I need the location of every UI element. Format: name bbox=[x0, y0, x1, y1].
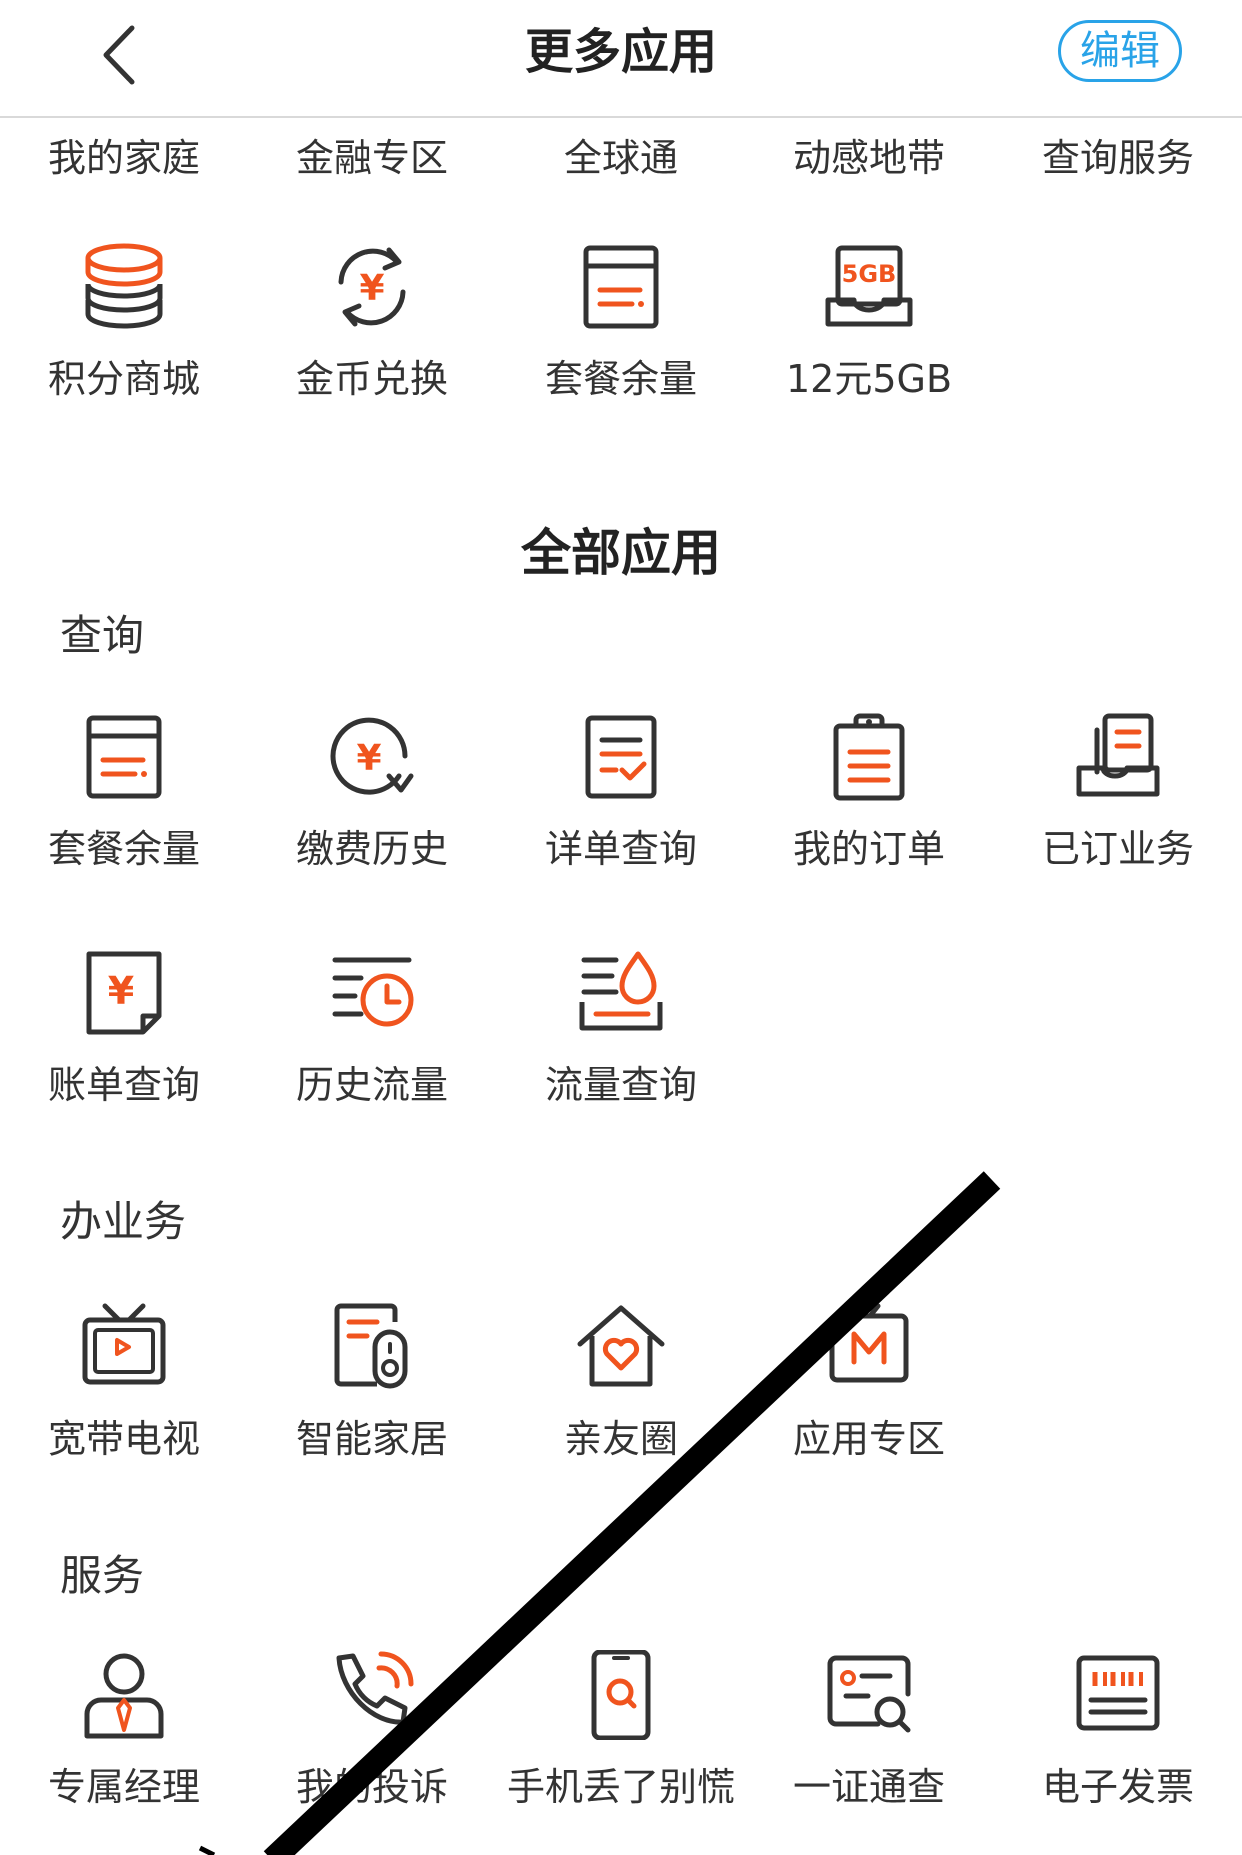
invoice-icon bbox=[1076, 1655, 1160, 1731]
app-label: 我的订单 bbox=[792, 827, 945, 871]
app-app-zone[interactable]: 应用专区 bbox=[745, 1302, 993, 1502]
section-title-service: 服务 bbox=[60, 1551, 145, 1600]
data-history-icon bbox=[332, 957, 414, 1027]
app-id-check[interactable]: 一证通查 bbox=[745, 1650, 993, 1850]
yuan-exchange-icon: ¥ bbox=[338, 247, 406, 327]
app-label: 套餐余量 bbox=[47, 827, 200, 871]
package-card-icon bbox=[583, 245, 659, 329]
svg-text:¥: ¥ bbox=[108, 969, 134, 1013]
tab-query-service[interactable]: 查询服务 bbox=[994, 128, 1242, 188]
app-label: 12元5GB bbox=[785, 357, 953, 401]
app-broadband-tv[interactable]: 宽带电视 bbox=[0, 1302, 248, 1502]
tv-icon bbox=[82, 1303, 166, 1385]
app-my-orders[interactable]: 我的订单 bbox=[745, 712, 993, 912]
app-package-balance-2[interactable]: 套餐余量 bbox=[0, 712, 248, 912]
app-label: 我的投诉 bbox=[295, 1765, 448, 1809]
app-payment-history[interactable]: ¥ 缴费历史 bbox=[248, 712, 496, 912]
app-e-invoice[interactable]: 电子发票 bbox=[994, 1650, 1242, 1850]
yuan-history-icon: ¥ bbox=[330, 717, 414, 795]
app-label: 积分商城 bbox=[47, 357, 200, 401]
svg-text:¥: ¥ bbox=[359, 268, 384, 309]
tab-global[interactable]: 全球通 bbox=[497, 128, 745, 188]
svg-text:¥: ¥ bbox=[356, 738, 381, 779]
page-title: 更多应用 bbox=[524, 24, 717, 80]
coin-stack-icon bbox=[85, 243, 163, 329]
app-label: 智能家居 bbox=[295, 1417, 448, 1461]
icon-badge: 5GB bbox=[842, 260, 897, 288]
app-points-mall[interactable]: 积分商城 bbox=[0, 242, 248, 442]
app-exclusive-manager[interactable]: 专属经理 bbox=[0, 1650, 248, 1850]
phone-search-icon bbox=[591, 1650, 651, 1740]
app-label: 账单查询 bbox=[47, 1063, 200, 1107]
data-5gb-icon: 5GB bbox=[825, 245, 913, 327]
app-label: 套餐余量 bbox=[544, 357, 697, 401]
clipboard-icon bbox=[833, 713, 905, 801]
app-bill-query[interactable]: ¥ 账单查询 bbox=[0, 948, 248, 1148]
bill-yuan-icon: ¥ bbox=[86, 951, 162, 1035]
app-label: 亲友圈 bbox=[563, 1417, 678, 1461]
family-house-icon bbox=[577, 1305, 665, 1387]
app-label: 金币兑换 bbox=[295, 357, 448, 401]
app-smart-home[interactable]: 智能家居 bbox=[248, 1302, 496, 1502]
id-search-icon bbox=[827, 1655, 911, 1733]
app-lost-phone[interactable]: 手机丢了别慌 bbox=[497, 1650, 745, 1850]
app-label: 专属经理 bbox=[47, 1765, 200, 1809]
manager-icon bbox=[84, 1653, 164, 1739]
edit-button[interactable]: 编辑 bbox=[1058, 20, 1182, 82]
app-label: 电子发票 bbox=[1041, 1765, 1194, 1809]
app-my-complaints[interactable]: 我的投诉 bbox=[248, 1650, 496, 1850]
section-title-query: 查询 bbox=[60, 611, 145, 660]
tab-finance[interactable]: 金融专区 bbox=[248, 128, 496, 188]
app-label: 历史流量 bbox=[295, 1063, 448, 1107]
checklist-icon bbox=[585, 715, 657, 799]
app-label: 已订业务 bbox=[1041, 827, 1194, 871]
app-package-balance[interactable]: 套餐余量 bbox=[497, 242, 745, 442]
app-zone-icon bbox=[829, 1303, 909, 1383]
app-label: 宽带电视 bbox=[47, 1417, 200, 1461]
app-coin-exchange[interactable]: ¥ 金币兑换 bbox=[248, 242, 496, 442]
header-bar: 更多应用 编辑 bbox=[0, 0, 1242, 118]
app-family-circle[interactable]: 亲友圈 bbox=[497, 1302, 745, 1502]
tab-dynamic-zone[interactable]: 动感地带 bbox=[745, 128, 993, 188]
tab-my-family[interactable]: 我的家庭 bbox=[0, 128, 248, 188]
app-data-query[interactable]: 流量查询 bbox=[497, 948, 745, 1148]
app-detail-query[interactable]: 详单查询 bbox=[497, 712, 745, 912]
all-apps-title: 全部应用 bbox=[521, 524, 721, 582]
package-card-icon bbox=[86, 715, 162, 799]
smart-home-icon bbox=[334, 1303, 408, 1389]
app-label: 流量查询 bbox=[544, 1063, 697, 1107]
section-title-business: 办业务 bbox=[60, 1197, 187, 1246]
phone-complaint-icon bbox=[336, 1651, 414, 1725]
app-label: 一证通查 bbox=[792, 1765, 945, 1809]
app-subscribed-services[interactable]: 已订业务 bbox=[994, 712, 1242, 912]
app-12yuan-5gb[interactable]: 5GB 12元5GB bbox=[745, 242, 993, 442]
app-label: 缴费历史 bbox=[295, 827, 448, 871]
app-label: 详单查询 bbox=[544, 827, 697, 871]
data-drop-icon bbox=[579, 951, 663, 1031]
category-tabs: 我的家庭 金融专区 全球通 动感地带 查询服务 bbox=[0, 128, 1242, 188]
subscribed-doc-icon bbox=[1076, 713, 1160, 797]
app-label: 手机丢了别慌 bbox=[506, 1765, 735, 1809]
app-label: 应用专区 bbox=[792, 1417, 945, 1461]
app-data-history[interactable]: 历史流量 bbox=[248, 948, 496, 1148]
